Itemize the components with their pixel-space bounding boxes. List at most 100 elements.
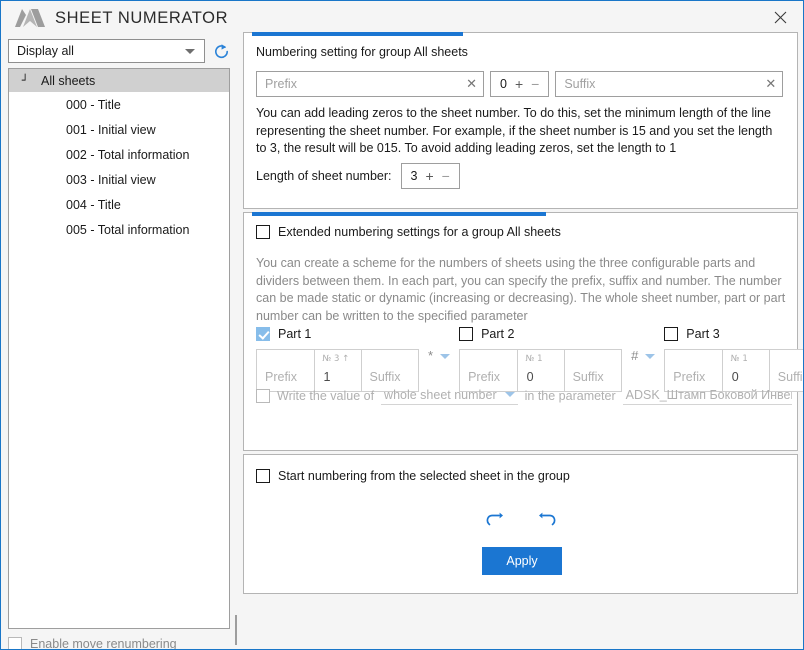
part-3-toggle-row[interactable]: Part 3 (664, 325, 803, 343)
display-filter-select[interactable]: Display all (8, 39, 205, 63)
start-numbering-label: Start numbering from the selected sheet … (278, 469, 570, 483)
page-title: SHEET NUMERATOR (55, 8, 229, 27)
part-1-number-caption: № 3 ↑ (322, 354, 350, 364)
length-label: Length of sheet number: (256, 169, 392, 183)
extended-settings-toggle-row[interactable]: Extended numbering settings for a group … (256, 225, 561, 239)
extended-settings-group: Extended numbering settings for a group … (243, 212, 803, 451)
prefix-counter-suffix-row: Prefix ✕ 0 + − Suffix ✕ (256, 71, 784, 97)
part-2-fields: Prefix № 1 0 Suffix (459, 349, 623, 392)
extended-settings-checkbox[interactable] (256, 225, 270, 239)
parts-row: Part 1 Prefix № 3 ↑ 1 Suffix * Part 2 Pr… (256, 325, 803, 392)
enable-move-renumbering-row[interactable]: Enable move renumbering (8, 633, 230, 650)
part-3-checkbox[interactable] (664, 327, 679, 341)
write-parameter-input[interactable]: ADSK_Штамп Боковой Инвентарн (622, 387, 792, 405)
part-3-block: Part 3 Prefix № 1 0 Suffix (664, 325, 803, 392)
tree-root-label: All sheets (41, 73, 96, 88)
start-numbering-toggle-row[interactable]: Start numbering from the selected sheet … (256, 469, 570, 483)
suffix-placeholder: Suffix (564, 77, 596, 91)
start-numbering-group: Start numbering from the selected sheet … (243, 454, 798, 594)
pane-divider (235, 615, 237, 645)
part-1-number-input[interactable]: № 3 ↑ 1 (313, 350, 361, 391)
list-item[interactable]: 002 - Total information (9, 142, 229, 167)
refresh-icon[interactable] (209, 39, 233, 63)
apply-button[interactable]: Apply (482, 547, 562, 575)
prefix-input[interactable]: Prefix ✕ (256, 71, 484, 97)
list-item[interactable]: 000 - Title (9, 92, 229, 117)
redo-icon[interactable] (535, 507, 561, 533)
part-3-number-input[interactable]: № 1 0 (721, 350, 769, 391)
tree-item-label: 002 - Total information (66, 147, 190, 162)
clear-x-icon[interactable]: ✕ (759, 78, 776, 91)
length-stepper[interactable]: 3 + − (400, 163, 460, 189)
chevron-down-icon (645, 354, 656, 359)
list-item[interactable]: 003 - Initial view (9, 167, 229, 192)
length-of-sheet-number-row: Length of sheet number: 3 + − (256, 163, 460, 189)
write-value-row: Write the value of whole sheet number in… (256, 387, 792, 405)
part-1-fields: Prefix № 3 ↑ 1 Suffix (256, 349, 419, 392)
clear-x-icon[interactable]: ✕ (460, 78, 477, 91)
length-minus-button[interactable]: − (442, 169, 450, 183)
part-1-toggle-row[interactable]: Part 1 (256, 325, 419, 343)
part-1-prefix-input[interactable]: Prefix (257, 350, 314, 391)
extended-help-text: You can create a scheme for the numbers … (256, 256, 786, 323)
sidebar: Display all ┘ All sheets 000 - Title 001… (1, 35, 237, 650)
start-numbering-checkbox[interactable] (256, 469, 270, 483)
counter-value: 0 (500, 77, 507, 91)
divider-2-select[interactable]: # (622, 325, 664, 374)
divider-1-select[interactable]: * (419, 325, 459, 374)
extended-settings-label: Extended numbering settings for a group … (278, 225, 561, 239)
part-2-number-input[interactable]: № 1 0 (516, 350, 564, 391)
write-scope-select[interactable]: whole sheet number (381, 387, 518, 405)
chevron-down-icon (504, 392, 515, 397)
tree-item-label: 004 - Title (66, 197, 121, 212)
display-filter-value: Display all (17, 44, 74, 58)
tree-item-label: 003 - Initial view (66, 172, 156, 187)
tree-root-all-sheets[interactable]: ┘ All sheets (9, 69, 229, 92)
part-1-checkbox[interactable] (256, 327, 270, 341)
tree-item-label: 000 - Title (66, 97, 121, 112)
divider-2-glyph: # (631, 348, 639, 363)
part-2-prefix-input[interactable]: Prefix (460, 350, 517, 391)
tree-item-label: 005 - Total information (66, 222, 190, 237)
part-2-label: Part 2 (481, 327, 515, 341)
three-diamonds-logo-icon (9, 5, 49, 31)
write-value-label-middle: in the parameter (524, 389, 616, 403)
part-3-prefix-input[interactable]: Prefix (665, 350, 722, 391)
numbering-help-text: You can add leading zeros to the sheet n… (256, 106, 773, 155)
list-item[interactable]: 005 - Total information (9, 217, 229, 242)
panel-accent-bar (252, 32, 463, 36)
counter-plus-button[interactable]: + (515, 77, 523, 91)
enable-move-renumbering-label: Enable move renumbering (30, 637, 177, 650)
suffix-input[interactable]: Suffix ✕ (555, 71, 784, 97)
part-1-label: Part 1 (278, 327, 312, 341)
part-3-suffix-input[interactable]: Suffix (768, 350, 803, 391)
list-item[interactable]: 004 - Title (9, 192, 229, 217)
chevron-down-icon (440, 354, 451, 359)
prefix-placeholder: Prefix (265, 77, 297, 91)
undo-icon[interactable] (481, 507, 507, 533)
write-value-label-before: Write the value of (277, 389, 375, 403)
numbering-settings-group: Numbering setting for group All sheets P… (243, 32, 798, 209)
part-2-toggle-row[interactable]: Part 2 (459, 325, 622, 343)
list-item[interactable]: 001 - Initial view (9, 117, 229, 142)
counter-minus-button[interactable]: − (531, 77, 539, 91)
sheet-numerator-window: SHEET NUMERATOR Display all ┘ All sheets… (0, 0, 804, 650)
write-value-checkbox[interactable] (256, 389, 270, 403)
undo-redo-group (244, 507, 797, 533)
write-scope-value: whole sheet number (384, 388, 497, 402)
length-value: 3 (410, 169, 418, 183)
counter-stepper[interactable]: 0 + − (490, 71, 550, 97)
collapse-arrow-icon[interactable]: ┘ (17, 75, 33, 86)
part-2-number-caption: № 1 (525, 354, 543, 364)
part-3-label: Part 3 (686, 327, 720, 341)
part-2-suffix-input[interactable]: Suffix (563, 350, 622, 391)
divider-1-glyph: * (428, 348, 434, 363)
part-2-checkbox[interactable] (459, 327, 474, 341)
part-1-suffix-input[interactable]: Suffix (360, 350, 419, 391)
part-3-number-caption: № 1 (730, 354, 748, 364)
enable-move-renumbering-checkbox[interactable] (8, 637, 22, 649)
sheets-tree: ┘ All sheets 000 - Title 001 - Initial v… (8, 68, 230, 629)
length-plus-button[interactable]: + (425, 169, 433, 183)
part-1-block: Part 1 Prefix № 3 ↑ 1 Suffix (256, 325, 419, 392)
chevron-down-icon (185, 48, 195, 54)
